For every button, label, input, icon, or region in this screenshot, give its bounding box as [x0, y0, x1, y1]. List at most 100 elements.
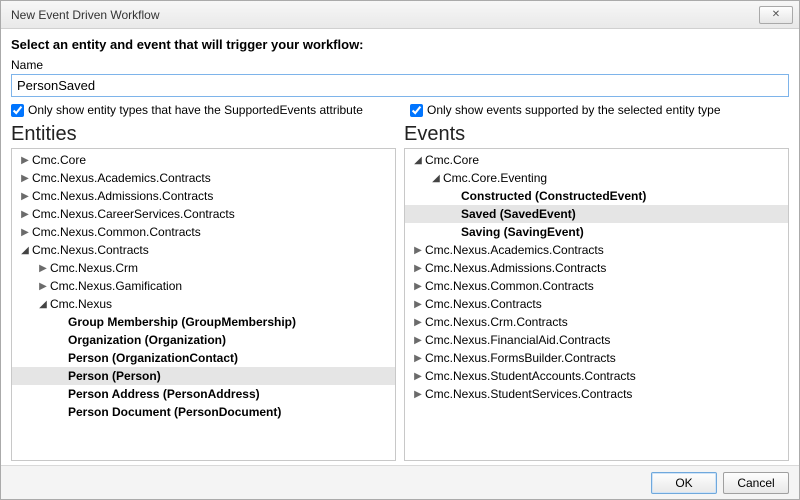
- event-tree-label: Cmc.Nexus.Common.Contracts: [425, 279, 594, 293]
- entity-tree-item[interactable]: ▶Cmc.Nexus.Gamification: [12, 277, 395, 295]
- collapse-icon[interactable]: ◢: [18, 245, 32, 256]
- entity-tree-item[interactable]: ▶Cmc.Core: [12, 151, 395, 169]
- expand-icon[interactable]: ▶: [18, 227, 32, 238]
- events-tree-wrap: ◢Cmc.Core◢Cmc.Core.EventingConstructed (…: [404, 148, 789, 461]
- footer: OK Cancel: [1, 465, 799, 499]
- entity-tree-item[interactable]: ▶Cmc.Nexus.CareerServices.Contracts: [12, 205, 395, 223]
- event-tree-item[interactable]: ▶Cmc.Nexus.Academics.Contracts: [405, 241, 788, 259]
- event-tree-label: Cmc.Nexus.FormsBuilder.Contracts: [425, 351, 616, 365]
- collapse-icon[interactable]: ◢: [411, 155, 425, 166]
- event-tree-item[interactable]: Saving (SavingEvent): [405, 223, 788, 241]
- event-tree-label: Cmc.Nexus.StudentAccounts.Contracts: [425, 369, 636, 383]
- expand-icon[interactable]: ▶: [36, 281, 50, 292]
- dialog-window: New Event Driven Workflow ✕ Select an en…: [0, 0, 800, 500]
- expand-icon[interactable]: ▶: [411, 263, 425, 274]
- events-heading: Events: [404, 123, 789, 146]
- instruction-text: Select an entity and event that will tri…: [11, 37, 789, 52]
- columns: Entities ▶Cmc.Core▶Cmc.Nexus.Academics.C…: [11, 121, 789, 461]
- entity-tree-label: Cmc.Nexus.Crm: [50, 261, 138, 275]
- expand-icon[interactable]: ▶: [411, 317, 425, 328]
- event-tree-label: Cmc.Nexus.StudentServices.Contracts: [425, 387, 632, 401]
- entity-tree-label: Person Document (PersonDocument): [68, 405, 281, 419]
- entity-tree-item[interactable]: Person Document (PersonDocument): [12, 403, 395, 421]
- entities-tree[interactable]: ▶Cmc.Core▶Cmc.Nexus.Academics.Contracts▶…: [12, 149, 395, 460]
- entity-filter-check[interactable]: Only show entity types that have the Sup…: [11, 103, 390, 117]
- entity-tree-item[interactable]: Group Membership (GroupMembership): [12, 313, 395, 331]
- close-button[interactable]: ✕: [759, 6, 793, 24]
- entity-tree-item[interactable]: Person Address (PersonAddress): [12, 385, 395, 403]
- content-area: Select an entity and event that will tri…: [1, 29, 799, 465]
- entity-filter-label: Only show entity types that have the Sup…: [28, 103, 363, 117]
- event-tree-item[interactable]: Saved (SavedEvent): [405, 205, 788, 223]
- expand-icon[interactable]: ▶: [36, 263, 50, 274]
- event-tree-item[interactable]: ▶Cmc.Nexus.StudentServices.Contracts: [405, 385, 788, 403]
- entity-tree-item[interactable]: ◢Cmc.Nexus.Contracts: [12, 241, 395, 259]
- close-icon: ✕: [772, 9, 780, 20]
- event-tree-label: Cmc.Core.Eventing: [443, 171, 547, 185]
- entity-tree-item[interactable]: ◢Cmc.Nexus: [12, 295, 395, 313]
- events-tree[interactable]: ◢Cmc.Core◢Cmc.Core.EventingConstructed (…: [405, 149, 788, 460]
- event-filter-checkbox[interactable]: [410, 104, 423, 117]
- event-tree-item[interactable]: ◢Cmc.Core.Eventing: [405, 169, 788, 187]
- expand-icon[interactable]: ▶: [411, 245, 425, 256]
- event-filter-label: Only show events supported by the select…: [427, 103, 721, 117]
- entity-tree-label: Cmc.Nexus: [50, 297, 112, 311]
- event-tree-item[interactable]: ▶Cmc.Nexus.Admissions.Contracts: [405, 259, 788, 277]
- event-tree-item[interactable]: ▶Cmc.Nexus.Contracts: [405, 295, 788, 313]
- entity-tree-item[interactable]: ▶Cmc.Nexus.Common.Contracts: [12, 223, 395, 241]
- event-tree-item[interactable]: ▶Cmc.Nexus.Crm.Contracts: [405, 313, 788, 331]
- event-tree-label: Constructed (ConstructedEvent): [461, 189, 646, 203]
- event-tree-item[interactable]: ▶Cmc.Nexus.FormsBuilder.Contracts: [405, 349, 788, 367]
- event-tree-item[interactable]: Constructed (ConstructedEvent): [405, 187, 788, 205]
- expand-icon[interactable]: ▶: [411, 371, 425, 382]
- expand-icon[interactable]: ▶: [18, 191, 32, 202]
- entities-heading: Entities: [11, 123, 396, 146]
- event-tree-label: Cmc.Nexus.Contracts: [425, 297, 542, 311]
- expand-icon[interactable]: ▶: [411, 281, 425, 292]
- entity-tree-label: Cmc.Nexus.Academics.Contracts: [32, 171, 211, 185]
- entity-tree-label: Person Address (PersonAddress): [68, 387, 260, 401]
- entity-tree-label: Cmc.Core: [32, 153, 86, 167]
- entity-tree-label: Cmc.Nexus.CareerServices.Contracts: [32, 207, 235, 221]
- entity-tree-item[interactable]: Organization (Organization): [12, 331, 395, 349]
- event-filter-check[interactable]: Only show events supported by the select…: [410, 103, 789, 117]
- event-tree-item[interactable]: ◢Cmc.Core: [405, 151, 788, 169]
- entity-tree-item[interactable]: ▶Cmc.Nexus.Crm: [12, 259, 395, 277]
- entity-filter-checkbox[interactable]: [11, 104, 24, 117]
- event-tree-item[interactable]: ▶Cmc.Nexus.StudentAccounts.Contracts: [405, 367, 788, 385]
- event-tree-label: Cmc.Nexus.Academics.Contracts: [425, 243, 604, 257]
- expand-icon[interactable]: ▶: [411, 299, 425, 310]
- expand-icon[interactable]: ▶: [411, 389, 425, 400]
- entity-tree-label: Cmc.Nexus.Common.Contracts: [32, 225, 201, 239]
- entity-tree-label: Group Membership (GroupMembership): [68, 315, 296, 329]
- event-tree-label: Saved (SavedEvent): [461, 207, 576, 221]
- entity-tree-label: Cmc.Nexus.Admissions.Contracts: [32, 189, 213, 203]
- expand-icon[interactable]: ▶: [18, 209, 32, 220]
- entity-tree-item[interactable]: ▶Cmc.Nexus.Academics.Contracts: [12, 169, 395, 187]
- expand-icon[interactable]: ▶: [18, 173, 32, 184]
- entities-tree-wrap: ▶Cmc.Core▶Cmc.Nexus.Academics.Contracts▶…: [11, 148, 396, 461]
- event-tree-label: Saving (SavingEvent): [461, 225, 584, 239]
- titlebar: New Event Driven Workflow ✕: [1, 1, 799, 29]
- window-title: New Event Driven Workflow: [11, 8, 759, 22]
- entity-tree-label: Cmc.Nexus.Contracts: [32, 243, 149, 257]
- entity-tree-label: Person (Person): [68, 369, 161, 383]
- collapse-icon[interactable]: ◢: [429, 173, 443, 184]
- entity-tree-item[interactable]: Person (OrganizationContact): [12, 349, 395, 367]
- expand-icon[interactable]: ▶: [411, 335, 425, 346]
- event-tree-label: Cmc.Nexus.Crm.Contracts: [425, 315, 568, 329]
- collapse-icon[interactable]: ◢: [36, 299, 50, 310]
- name-input[interactable]: [11, 74, 789, 97]
- event-tree-item[interactable]: ▶Cmc.Nexus.Common.Contracts: [405, 277, 788, 295]
- event-tree-item[interactable]: ▶Cmc.Nexus.FinancialAid.Contracts: [405, 331, 788, 349]
- expand-icon[interactable]: ▶: [18, 155, 32, 166]
- entity-tree-item[interactable]: Person (Person): [12, 367, 395, 385]
- ok-button[interactable]: OK: [651, 472, 717, 494]
- entity-tree-label: Cmc.Nexus.Gamification: [50, 279, 182, 293]
- expand-icon[interactable]: ▶: [411, 353, 425, 364]
- entity-tree-item[interactable]: ▶Cmc.Nexus.Admissions.Contracts: [12, 187, 395, 205]
- event-tree-label: Cmc.Nexus.Admissions.Contracts: [425, 261, 606, 275]
- filter-row: Only show entity types that have the Sup…: [11, 103, 789, 117]
- events-col: Events ◢Cmc.Core◢Cmc.Core.EventingConstr…: [404, 121, 789, 461]
- cancel-button[interactable]: Cancel: [723, 472, 789, 494]
